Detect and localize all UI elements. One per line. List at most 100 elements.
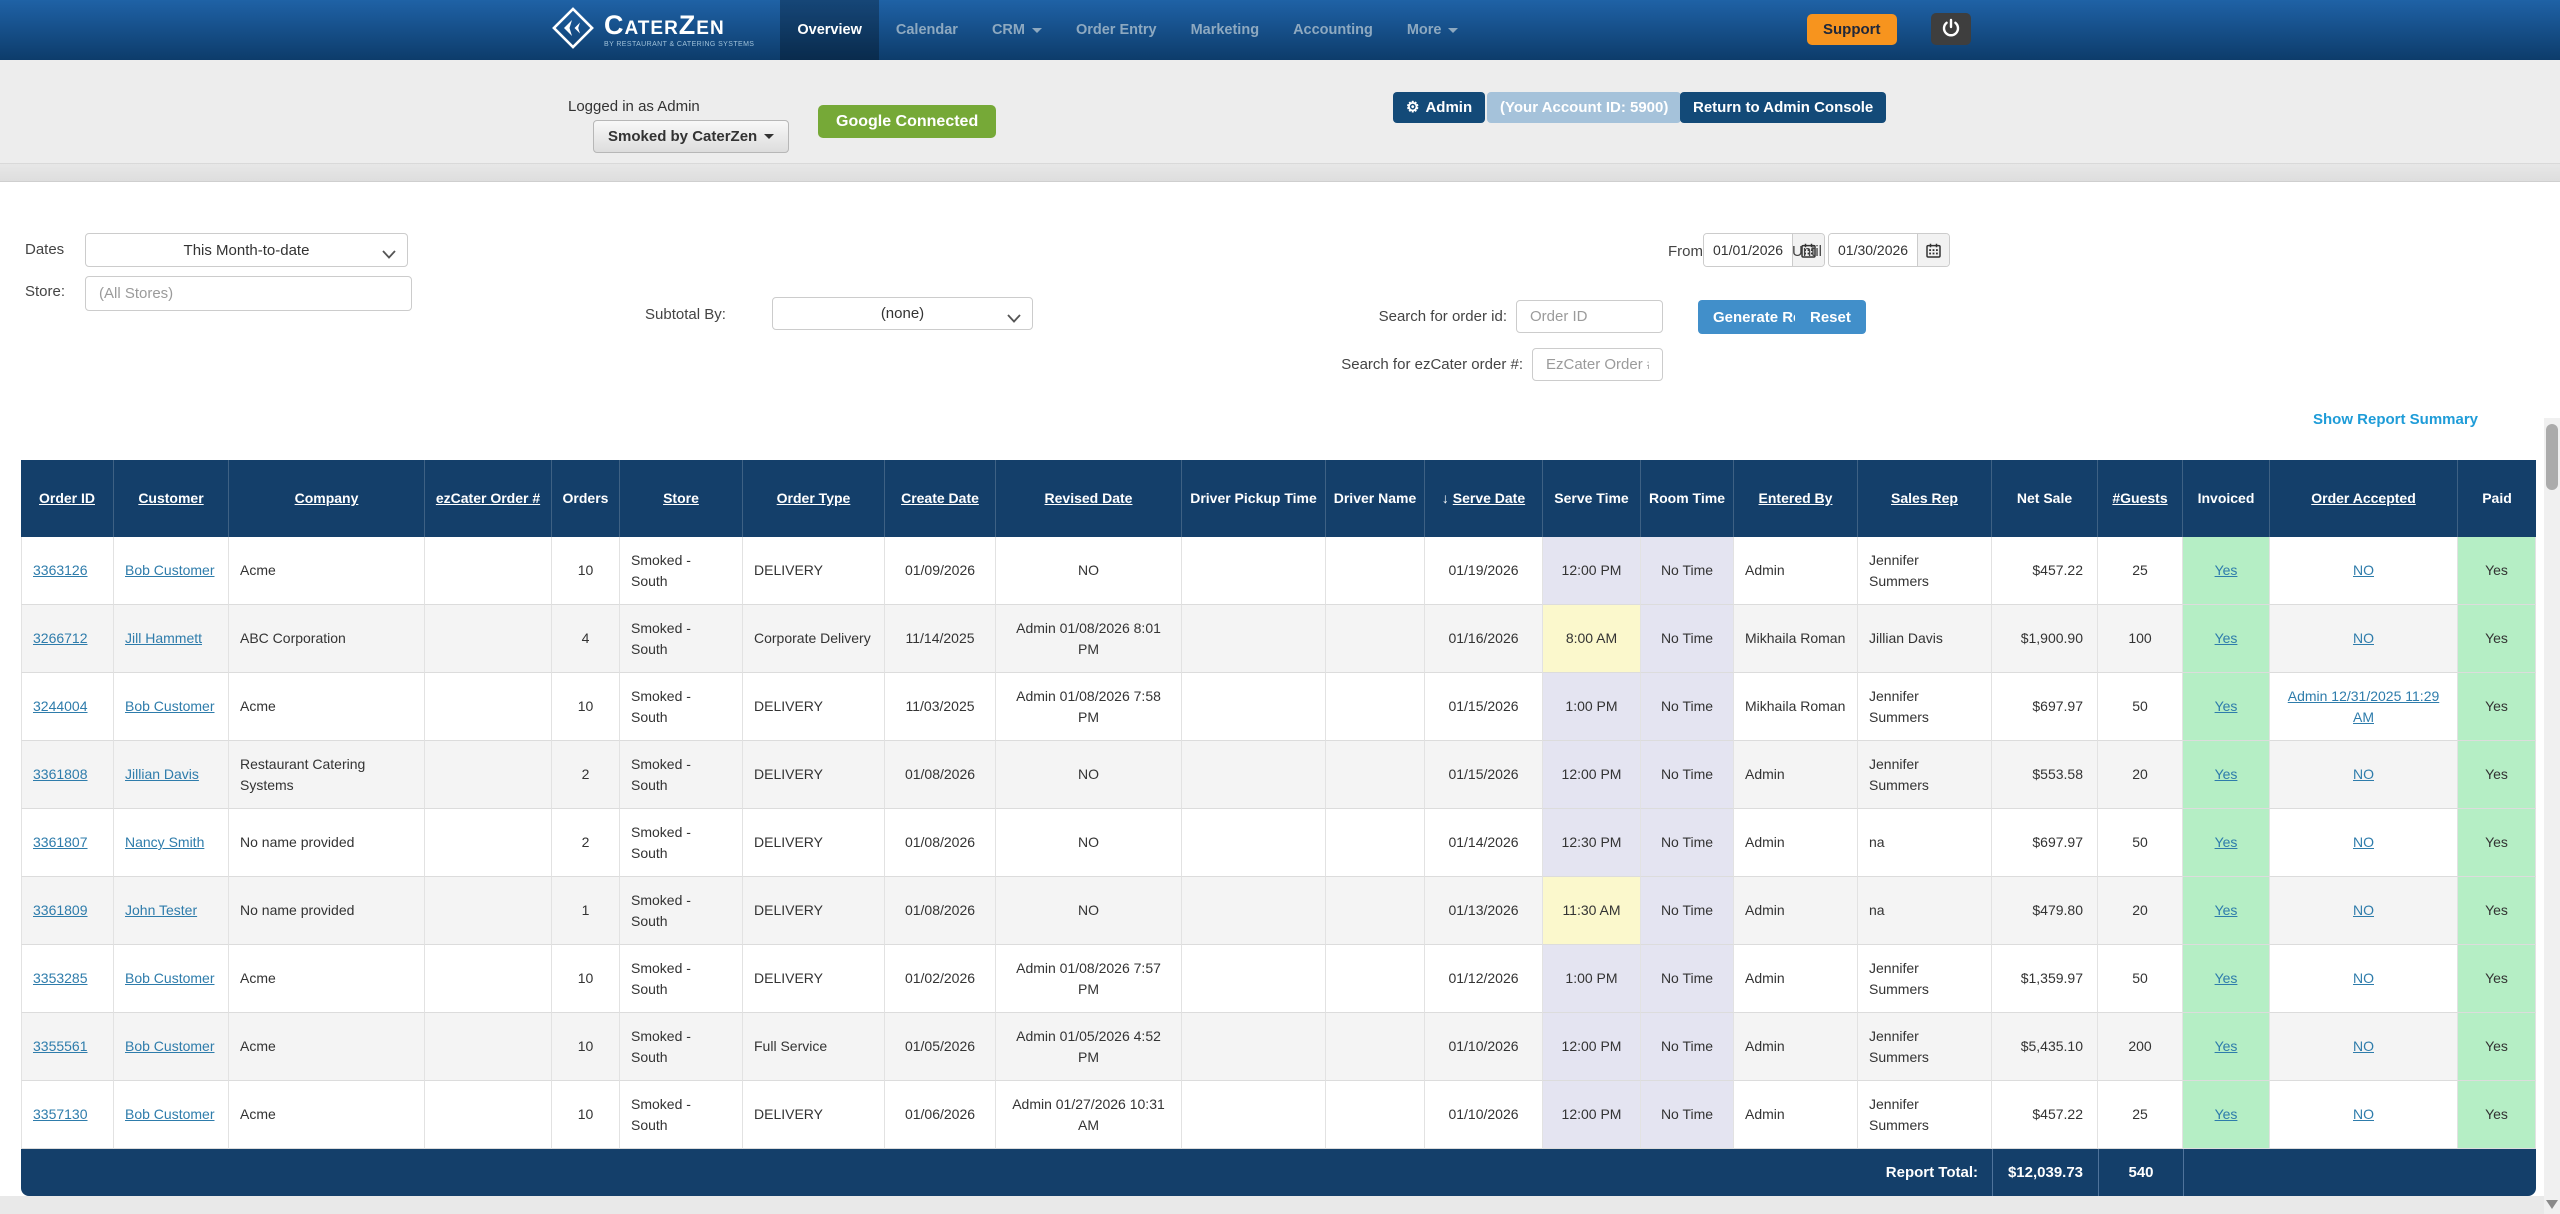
cell-accepted: NO: [2270, 1081, 2458, 1149]
column-header-paid: Paid: [2458, 460, 2536, 537]
column-header-order_type[interactable]: Order Type: [743, 460, 885, 537]
cell-created: 01/09/2026: [885, 537, 996, 605]
chevron-down-icon: [764, 134, 774, 139]
accepted-link[interactable]: NO: [2353, 1038, 2374, 1054]
column-header-guests[interactable]: #Guests: [2098, 460, 2183, 537]
customer-link[interactable]: Bob Customer: [125, 1106, 214, 1122]
vertical-scrollbar[interactable]: [2544, 418, 2560, 1214]
id-link[interactable]: 3361807: [33, 834, 88, 850]
column-header-ezcater_order[interactable]: ezCater Order #: [425, 460, 552, 537]
column-header-company[interactable]: Company: [229, 460, 425, 537]
calendar-icon[interactable]: [1917, 234, 1949, 266]
scrollbar-down-arrow-icon[interactable]: [2546, 1200, 2558, 1209]
cell-net: $5,435.10: [1992, 1013, 2098, 1081]
id-link[interactable]: 3244004: [33, 698, 88, 714]
accepted-link[interactable]: NO: [2353, 902, 2374, 918]
ezcater-search-input[interactable]: [1532, 348, 1663, 381]
accepted-link[interactable]: NO: [2353, 834, 2374, 850]
id-link[interactable]: 3361808: [33, 766, 88, 782]
support-button[interactable]: Support: [1807, 14, 1897, 45]
cell-orders: 1: [552, 877, 620, 945]
column-header-order_id[interactable]: Order ID: [21, 460, 114, 537]
customer-link[interactable]: Nancy Smith: [125, 834, 204, 850]
id-link[interactable]: 3266712: [33, 630, 88, 646]
google-connected-button[interactable]: Google Connected: [818, 105, 996, 138]
diamond-logo-icon: [552, 7, 594, 54]
column-header-entered_by[interactable]: Entered By: [1734, 460, 1858, 537]
cell-store: Smoked - South: [620, 673, 743, 741]
order-id-search-input[interactable]: [1516, 300, 1663, 333]
invoiced-link[interactable]: Yes: [2215, 766, 2238, 782]
invoiced-link[interactable]: Yes: [2215, 1038, 2238, 1054]
nav-item-more[interactable]: More: [1390, 0, 1476, 60]
id-link[interactable]: 3355561: [33, 1038, 88, 1054]
show-report-summary-link[interactable]: Show Report Summary: [2313, 411, 2478, 428]
nav-item-accounting[interactable]: Accounting: [1276, 0, 1390, 60]
admin-button[interactable]: ⚙ Admin: [1393, 92, 1485, 123]
cell-rep: Jennifer Summers: [1858, 945, 1992, 1013]
dates-select[interactable]: This Month-to-date: [85, 233, 408, 267]
cell-driver: [1326, 945, 1425, 1013]
column-header-store[interactable]: Store: [620, 460, 743, 537]
accepted-link[interactable]: NO: [2353, 1106, 2374, 1122]
column-header-customer[interactable]: Customer: [114, 460, 229, 537]
invoiced-link[interactable]: Yes: [2215, 902, 2238, 918]
until-date-input[interactable]: [1829, 234, 1917, 266]
column-header-order_accepted[interactable]: Order Accepted: [2270, 460, 2458, 537]
cell-serve_time: 12:00 PM: [1543, 741, 1641, 809]
invoiced-link[interactable]: Yes: [2215, 562, 2238, 578]
column-header-serve_date[interactable]: ↓ Serve Date: [1425, 460, 1543, 537]
nav-item-marketing[interactable]: Marketing: [1174, 0, 1277, 60]
nav-item-overview[interactable]: Overview: [780, 0, 879, 60]
accepted-link[interactable]: NO: [2353, 630, 2374, 646]
sort-desc-icon: ↓: [1442, 490, 1453, 506]
customer-link[interactable]: Bob Customer: [125, 970, 214, 986]
nav-item-calendar[interactable]: Calendar: [879, 0, 975, 60]
return-admin-console-button[interactable]: Return to Admin Console: [1680, 92, 1886, 123]
logout-button[interactable]: [1931, 13, 1971, 45]
location-dropdown[interactable]: Smoked by CaterZen: [593, 120, 789, 153]
gear-icon: ⚙: [1406, 100, 1419, 115]
cell-invoiced: Yes: [2183, 809, 2270, 877]
cell-ezcater: [425, 741, 552, 809]
scrollbar-thumb[interactable]: [2546, 424, 2558, 490]
cell-type: Full Service: [743, 1013, 885, 1081]
invoiced-link[interactable]: Yes: [2215, 970, 2238, 986]
invoiced-link[interactable]: Yes: [2215, 698, 2238, 714]
invoiced-link[interactable]: Yes: [2215, 834, 2238, 850]
id-link[interactable]: 3353285: [33, 970, 88, 986]
accepted-link[interactable]: NO: [2353, 562, 2374, 578]
id-link[interactable]: 3363126: [33, 562, 88, 578]
store-input[interactable]: [85, 276, 412, 311]
invoiced-link[interactable]: Yes: [2215, 1106, 2238, 1122]
nav-item-crm[interactable]: CRM: [975, 0, 1059, 60]
accepted-link[interactable]: NO: [2353, 970, 2374, 986]
cell-serve_date: 01/12/2026: [1425, 945, 1543, 1013]
cell-entered: Mikhaila Roman: [1734, 673, 1858, 741]
cell-entered: Admin: [1734, 741, 1858, 809]
subtotal-select[interactable]: (none): [772, 297, 1033, 330]
accepted-link[interactable]: Admin 12/31/2025 11:29 AM: [2288, 688, 2440, 725]
customer-link[interactable]: Bob Customer: [125, 562, 214, 578]
invoiced-link[interactable]: Yes: [2215, 630, 2238, 646]
cell-room: No Time: [1641, 537, 1734, 605]
reset-button[interactable]: Reset: [1795, 300, 1866, 334]
column-header-driver_name: Driver Name: [1326, 460, 1425, 537]
customer-link[interactable]: Jill Hammett: [125, 630, 202, 646]
cell-pickup: [1182, 945, 1326, 1013]
customer-link[interactable]: Bob Customer: [125, 698, 214, 714]
customer-link[interactable]: John Tester: [125, 902, 197, 918]
customer-link[interactable]: Bob Customer: [125, 1038, 214, 1054]
nav-item-order-entry[interactable]: Order Entry: [1059, 0, 1174, 60]
report-total-guests: 540: [2098, 1149, 2183, 1196]
column-header-revised_date[interactable]: Revised Date: [996, 460, 1182, 537]
column-header-create_date[interactable]: Create Date: [885, 460, 996, 537]
id-link[interactable]: 3361809: [33, 902, 88, 918]
account-id-button[interactable]: (Your Account ID: 5900): [1487, 92, 1681, 123]
caterzen-logo[interactable]: CaterZen BY RESTAURANT & CATERING SYSTEM…: [552, 7, 754, 54]
id-link[interactable]: 3357130: [33, 1106, 88, 1122]
column-header-sales_rep[interactable]: Sales Rep: [1858, 460, 1992, 537]
accepted-link[interactable]: NO: [2353, 766, 2374, 782]
from-date-input[interactable]: [1704, 234, 1792, 266]
customer-link[interactable]: Jillian Davis: [125, 766, 199, 782]
